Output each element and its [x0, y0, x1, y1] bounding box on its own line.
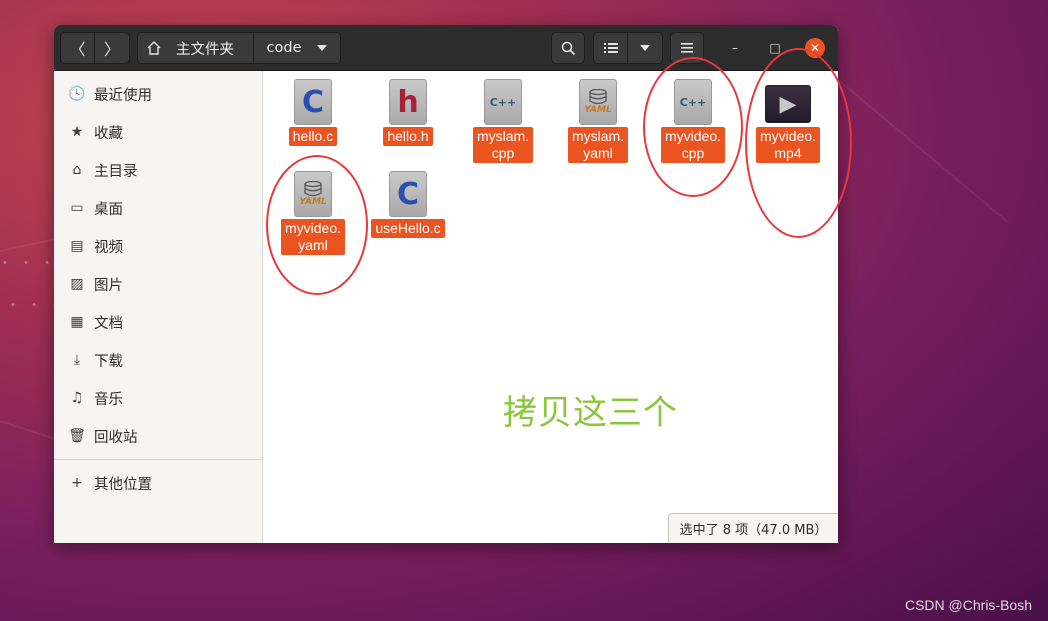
file-item[interactable]: C++ myslam. cpp — [460, 79, 546, 163]
hamburger-menu-icon — [681, 43, 693, 53]
recent-icon: 🕓 — [68, 86, 86, 102]
c-header-icon: h — [389, 79, 427, 125]
places-sidebar: 🕓 最近使用 ★ 收藏 ⌂ 主目录 ▭ 桌面 ▤ 视频 ▨ 图片 ▦ 文档 ⤓ 下载 ♫ 音乐 🗑… — [54, 71, 263, 543]
wallpaper-ray — [838, 80, 1009, 223]
highlight-circle-cpp — [643, 57, 743, 197]
database-icon — [589, 89, 607, 105]
view-options — [593, 32, 663, 64]
sidebar-item-label: 下载 — [94, 353, 123, 370]
sidebar-item-label: 文档 — [94, 315, 123, 332]
file-item[interactable]: YAML myslam. yaml — [555, 79, 641, 163]
current-folder-button[interactable]: code — [254, 33, 340, 63]
annotation-text: 拷贝这三个 — [503, 393, 678, 433]
file-item[interactable]: h hello.h — [365, 79, 451, 146]
file-item[interactable]: C useHello.c — [365, 171, 451, 238]
plus-icon: + — [71, 475, 83, 491]
file-name: hello.c — [288, 127, 338, 146]
search-icon — [561, 41, 575, 55]
list-view-icon — [603, 43, 618, 53]
film-icon: ▤ — [70, 238, 84, 254]
highlight-circle-yaml — [266, 155, 368, 295]
sidebar-item-recent[interactable]: 🕓 最近使用 — [54, 76, 262, 112]
file-name: hello.h — [383, 127, 433, 146]
home-path-button[interactable]: 主文件夹 — [138, 33, 254, 63]
trash-icon: 🗑 — [68, 428, 86, 444]
sidebar-item-label: 桌面 — [94, 201, 123, 218]
sidebar-separator — [54, 459, 262, 460]
yaml-file-icon: YAML — [579, 79, 617, 125]
sidebar-item-starred[interactable]: ★ 收藏 — [54, 114, 262, 150]
desktop-icon: ▭ — [70, 200, 84, 216]
minimize-button[interactable]: – — [725, 38, 745, 58]
file-glyph: YAML — [584, 105, 612, 115]
document-icon: ▦ — [70, 314, 84, 330]
c-source-icon: C — [389, 171, 427, 217]
sidebar-item-label: 回收站 — [94, 429, 138, 446]
cpp-source-icon: C++ — [484, 79, 522, 125]
home-path-label: 主文件夹 — [176, 41, 234, 58]
highlight-circle-mp4 — [745, 48, 852, 238]
star-icon: ★ — [70, 124, 84, 140]
sidebar-item-desktop[interactable]: ▭ 桌面 — [54, 190, 262, 226]
forward-icon: 〉 — [103, 40, 120, 59]
history-nav: 〈 〉 — [60, 32, 130, 64]
search-button-inner[interactable] — [552, 33, 584, 63]
music-icon: ♫ — [70, 390, 84, 406]
c-source-icon: C — [294, 79, 332, 125]
file-glyph: C++ — [489, 95, 517, 109]
chevron-down-icon — [640, 45, 650, 51]
list-view-button[interactable] — [594, 33, 628, 63]
sidebar-item-home[interactable]: ⌂ 主目录 — [54, 152, 262, 188]
home-icon — [147, 41, 161, 55]
sidebar-item-label: 最近使用 — [94, 87, 152, 104]
forward-button[interactable]: 〉 — [95, 33, 129, 63]
chevron-down-icon — [317, 45, 328, 51]
sidebar-item-label: 图片 — [94, 277, 123, 294]
sidebar-item-label: 其他位置 — [94, 476, 152, 493]
sidebar-item-videos[interactable]: ▤ 视频 — [54, 228, 262, 264]
sidebar-item-label: 收藏 — [94, 125, 123, 142]
status-bar: 选中了 8 项（47.0 MB） — [668, 513, 838, 543]
sidebar-item-trash[interactable]: 🗑 回收站 — [54, 418, 262, 454]
image-icon: ▨ — [70, 276, 84, 292]
sidebar-item-downloads[interactable]: ⤓ 下载 — [54, 342, 262, 378]
sidebar-item-label: 主目录 — [94, 163, 138, 180]
minimize-icon: – — [732, 41, 738, 55]
view-dropdown-button[interactable] — [628, 33, 662, 63]
file-glyph: h — [397, 84, 419, 120]
sidebar-item-label: 视频 — [94, 239, 123, 256]
sidebar-item-other-locations[interactable]: + 其他位置 — [54, 465, 262, 501]
path-bar: 主文件夹 code — [137, 32, 341, 64]
file-item[interactable]: C hello.c — [270, 79, 356, 146]
download-icon: ⤓ — [73, 352, 81, 368]
file-glyph: C — [301, 84, 325, 120]
home-icon: ⌂ — [72, 162, 82, 178]
sidebar-item-documents[interactable]: ▦ 文档 — [54, 304, 262, 340]
sidebar-item-label: 音乐 — [94, 391, 123, 408]
header-bar: 〈 〉 主文件夹 code – □ ✕ — [54, 25, 838, 71]
search-button[interactable] — [551, 32, 585, 64]
file-glyph: C — [396, 176, 420, 212]
file-name: myslam. yaml — [567, 127, 629, 163]
watermark: CSDN @Chris-Bosh — [904, 597, 1032, 613]
back-button[interactable]: 〈 — [61, 33, 95, 63]
back-icon: 〈 — [69, 40, 86, 59]
current-folder-label: code — [266, 40, 302, 56]
file-name: useHello.c — [371, 219, 445, 238]
selection-status: 选中了 8 项（47.0 MB） — [679, 523, 828, 538]
file-name: myslam. cpp — [472, 127, 534, 163]
sidebar-item-music[interactable]: ♫ 音乐 — [54, 380, 262, 416]
sidebar-item-pictures[interactable]: ▨ 图片 — [54, 266, 262, 302]
